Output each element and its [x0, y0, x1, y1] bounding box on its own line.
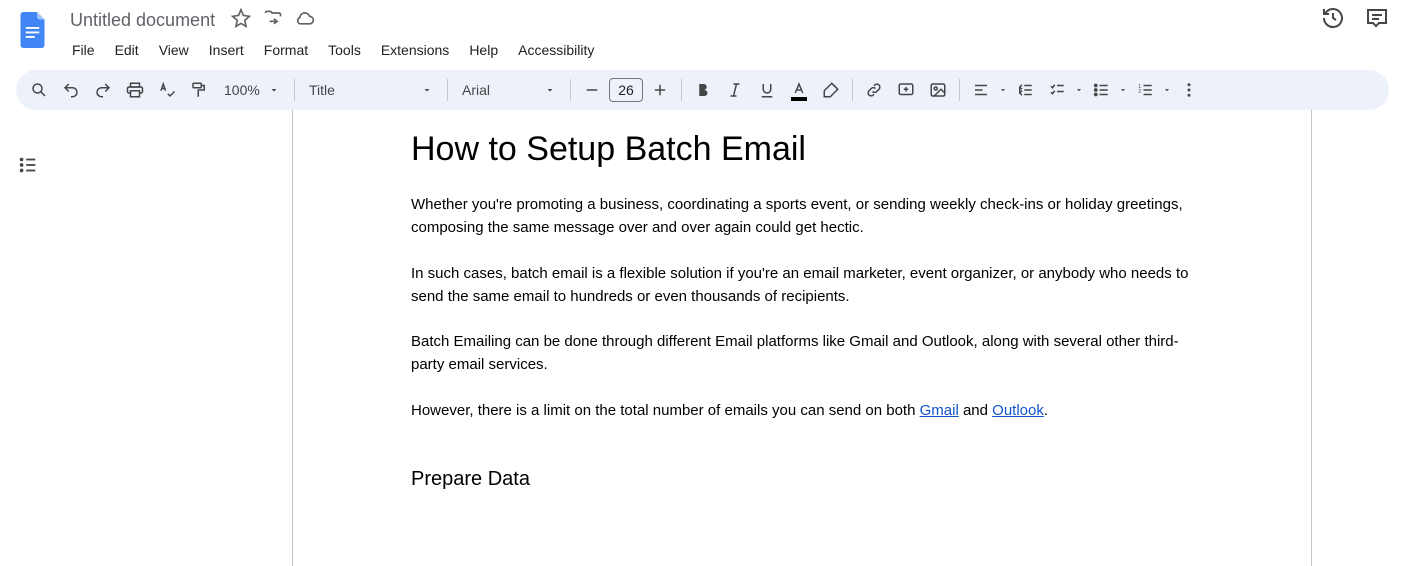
star-icon[interactable] [231, 8, 251, 33]
insert-link-button[interactable] [859, 75, 889, 105]
menu-format[interactable]: Format [256, 38, 316, 62]
menu-file[interactable]: File [64, 38, 103, 62]
increase-font-size-button[interactable] [645, 75, 675, 105]
redo-button[interactable] [88, 75, 118, 105]
comment-history-icon[interactable] [1365, 6, 1389, 35]
align-button[interactable] [966, 75, 996, 105]
menu-help[interactable]: Help [461, 38, 506, 62]
paragraph-style-select[interactable]: Title [301, 76, 441, 104]
italic-button[interactable] [720, 75, 750, 105]
paragraph[interactable]: However, there is a limit on the total n… [411, 399, 1211, 422]
undo-button[interactable] [56, 75, 86, 105]
underline-button[interactable] [752, 75, 782, 105]
spellcheck-button[interactable] [152, 75, 182, 105]
paragraph[interactable]: Batch Emailing can be done through diffe… [411, 330, 1211, 377]
font-family-select[interactable]: Arial [454, 76, 564, 104]
checklist-button[interactable] [1042, 75, 1072, 105]
bulleted-list-button[interactable] [1086, 75, 1116, 105]
chevron-down-icon[interactable] [1118, 84, 1128, 96]
line-spacing-button[interactable] [1010, 75, 1040, 105]
text-color-button[interactable] [784, 75, 814, 105]
paragraph[interactable]: Whether you're promoting a business, coo… [411, 193, 1211, 240]
insert-image-button[interactable] [923, 75, 953, 105]
print-button[interactable] [120, 75, 150, 105]
zoom-value: 100% [224, 82, 266, 98]
chevron-down-icon[interactable] [1162, 84, 1172, 96]
document-heading-2[interactable]: Prepare Data [411, 444, 1211, 491]
paragraph-style-value: Title [309, 82, 421, 98]
menu-accessibility[interactable]: Accessibility [510, 38, 602, 62]
decrease-font-size-button[interactable] [577, 75, 607, 105]
add-comment-button[interactable] [891, 75, 921, 105]
menu-tools[interactable]: Tools [320, 38, 369, 62]
zoom-select[interactable]: 100% [216, 76, 288, 104]
paragraph[interactable]: In such cases, batch email is a flexible… [411, 262, 1211, 309]
chevron-down-icon[interactable] [1074, 84, 1084, 96]
menu-view[interactable]: View [151, 38, 197, 62]
document-heading-title[interactable]: How to Setup Batch Email [411, 130, 1211, 193]
chevron-down-icon[interactable] [998, 84, 1008, 96]
svg-text:2: 2 [1138, 89, 1141, 95]
menu-extensions[interactable]: Extensions [373, 38, 457, 62]
link-gmail[interactable]: Gmail [920, 402, 959, 419]
move-icon[interactable] [263, 8, 283, 33]
paint-format-button[interactable] [184, 75, 214, 105]
link-outlook[interactable]: Outlook [992, 402, 1044, 419]
bold-button[interactable] [688, 75, 718, 105]
numbered-list-button[interactable]: 12 [1130, 75, 1160, 105]
document-title-input[interactable]: Untitled document [64, 8, 221, 33]
toolbar: 100% Title Arial 12 [16, 70, 1389, 110]
menu-insert[interactable]: Insert [201, 38, 252, 62]
font-size-input[interactable] [609, 78, 643, 102]
menu-edit[interactable]: Edit [107, 38, 147, 62]
menu-bar: File Edit View Insert Format Tools Exten… [64, 34, 1321, 62]
highlight-color-button[interactable] [816, 75, 846, 105]
chevron-down-icon [268, 84, 280, 96]
docs-logo[interactable] [16, 6, 52, 54]
font-family-value: Arial [462, 82, 544, 98]
document-page[interactable]: How to Setup Batch Email Whether you're … [292, 110, 1312, 566]
more-options-button[interactable] [1174, 75, 1204, 105]
cloud-status-icon[interactable] [295, 8, 315, 33]
outline-toggle-icon[interactable] [17, 154, 39, 181]
chevron-down-icon [544, 84, 556, 96]
history-icon[interactable] [1321, 6, 1345, 35]
chevron-down-icon [421, 84, 433, 96]
search-icon[interactable] [24, 75, 54, 105]
